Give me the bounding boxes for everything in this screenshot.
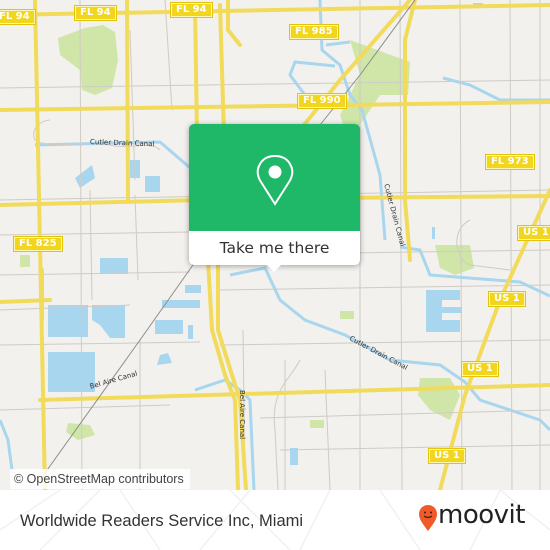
map-pin-icon <box>256 154 294 206</box>
map-attribution[interactable]: © OpenStreetMap contributors <box>10 469 190 489</box>
footer-bar: Worldwide Readers Service Inc, Miami moo… <box>0 490 550 550</box>
moovit-logo-icon <box>419 505 437 531</box>
route-shield-fl94: FL 94 <box>170 2 213 18</box>
route-shield-fl985: FL 985 <box>289 24 339 40</box>
route-shield-us1: US 1 <box>488 291 526 307</box>
take-me-there-button[interactable]: Take me there <box>189 231 360 265</box>
route-shield-us1: US 1 <box>428 448 466 464</box>
route-shield-fl94: FL 94 <box>74 5 117 21</box>
route-shield-fl973: FL 973 <box>485 154 535 170</box>
waterway-label: Bel Aire Canal <box>238 390 246 440</box>
route-shield-us1: US 1 <box>461 361 499 377</box>
popup-pointer <box>266 264 282 272</box>
route-shield-us1: US 1 <box>517 225 550 241</box>
place-title: Worldwide Readers Service Inc, Miami <box>20 512 304 530</box>
route-shield-fl94: FL 94 <box>0 9 36 25</box>
map-view[interactable]: FL 94 FL 94 FL 94 FL 985 FL 990 FL 973 F… <box>0 0 550 490</box>
popup-header <box>189 124 360 231</box>
route-shield-fl825: FL 825 <box>13 236 63 252</box>
location-popup: Take me there <box>189 124 360 272</box>
moovit-logo-text: moovit <box>438 500 525 530</box>
route-shield-fl990: FL 990 <box>297 93 347 109</box>
